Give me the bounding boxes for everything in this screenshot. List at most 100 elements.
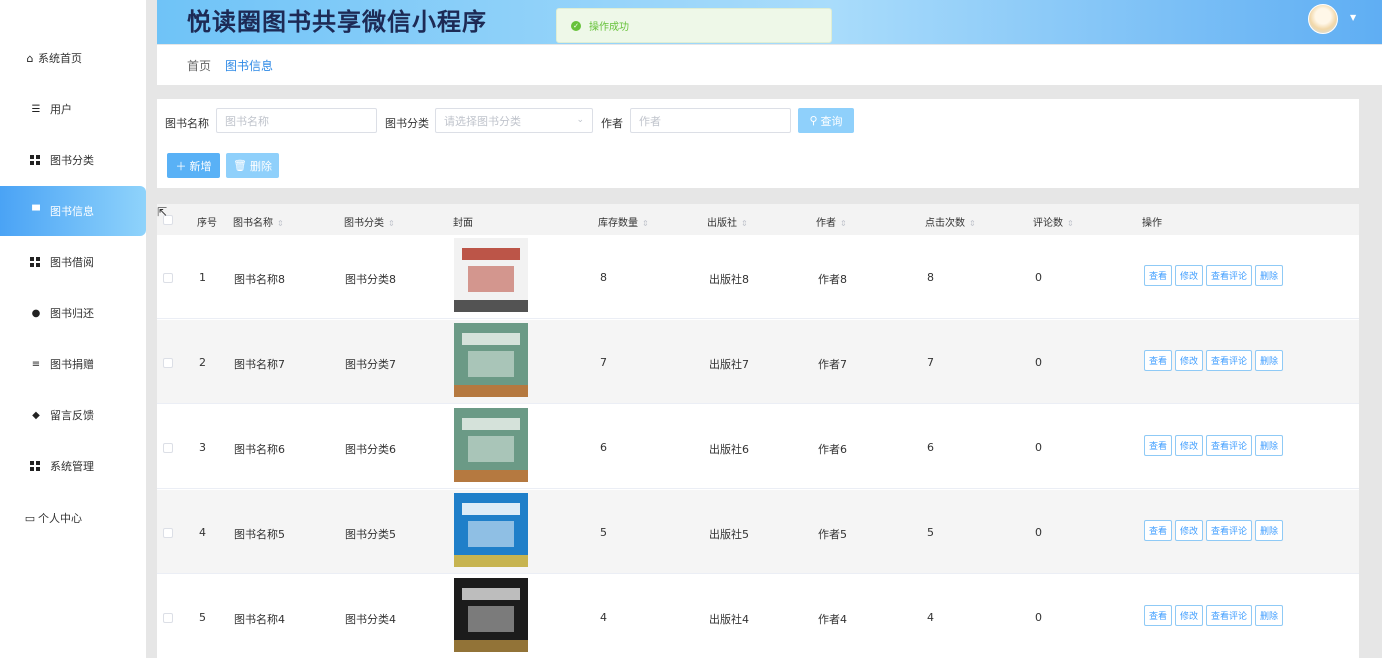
sidebar-item-book-return[interactable]: ● 图书归还	[0, 291, 146, 335]
view-comments-button[interactable]: 查看评论	[1206, 435, 1253, 456]
app-title: 悦读圈图书共享微信小程序	[187, 8, 487, 36]
col-category[interactable]: 图书分类 ⇕	[344, 214, 395, 229]
sidebar-item-book-info[interactable]: ▀ 图书信息	[0, 186, 146, 236]
sidebar-item-home[interactable]: ⌂ 系统首页	[0, 36, 146, 80]
book-cover-image[interactable]	[454, 578, 528, 652]
add-label: 新增	[189, 159, 212, 173]
view-button[interactable]: 查看	[1144, 265, 1173, 286]
grid-icon	[30, 461, 40, 471]
sidebar-item-label: 系统管理	[50, 460, 94, 473]
category-select[interactable]: 请选择图书分类 ⌄	[435, 108, 593, 133]
sort-icon[interactable]: ⇕	[277, 219, 284, 228]
sidebar-item-book-donate[interactable]: ≡ 图书捐赠	[0, 342, 146, 386]
cell-publisher: 出版社4	[709, 613, 749, 626]
row-actions: 查看 修改 查看评论 删除	[1144, 520, 1284, 541]
sidebar-item-label: 用户	[50, 103, 72, 116]
row-checkbox[interactable]	[163, 358, 173, 368]
breadcrumb-home[interactable]: 首页	[187, 57, 211, 74]
cell-publisher: 出版社8	[709, 273, 749, 286]
mouse-cursor-icon: ⇱	[157, 205, 168, 219]
col-comments[interactable]: 评论数 ⇕	[1033, 214, 1074, 229]
delete-button[interactable]: 删除	[1255, 350, 1284, 371]
name-input[interactable]: 图书名称	[216, 108, 377, 133]
sidebar-item-label: 图书捐赠	[50, 358, 94, 371]
cell-publisher: 出版社7	[709, 358, 749, 371]
edit-button[interactable]: 修改	[1175, 350, 1204, 371]
sort-icon[interactable]: ⇕	[840, 219, 847, 228]
author-input[interactable]: 作者	[630, 108, 791, 133]
col-clicks[interactable]: 点击次数 ⇕	[925, 214, 976, 229]
sort-icon[interactable]: ⇕	[642, 219, 649, 228]
sidebar-item-feedback[interactable]: ◆ 留言反馈	[0, 393, 146, 437]
col-index: 序号	[197, 218, 217, 229]
cell-name: 图书名称6	[234, 443, 285, 456]
check-circle-icon: ✓	[571, 20, 581, 31]
row-checkbox[interactable]	[163, 273, 173, 283]
sidebar-item-label: 图书归还	[50, 307, 94, 320]
view-button[interactable]: 查看	[1144, 435, 1173, 456]
col-publisher[interactable]: 出版社 ⇕	[707, 214, 748, 229]
col-name[interactable]: 图书名称 ⇕	[233, 214, 284, 229]
delete-button[interactable]: 删除	[1255, 520, 1284, 541]
row-checkbox[interactable]	[163, 528, 173, 538]
batch-delete-button[interactable]: 🗑 删除	[226, 153, 279, 178]
col-author[interactable]: 作者 ⇕	[816, 214, 847, 229]
cell-clicks: 4	[927, 611, 934, 624]
sidebar-item-system[interactable]: 系统管理	[0, 444, 146, 488]
search-icon: ⚲	[809, 114, 818, 127]
view-comments-button[interactable]: 查看评论	[1206, 520, 1253, 541]
edit-button[interactable]: 修改	[1175, 435, 1204, 456]
delete-button[interactable]: 删除	[1255, 605, 1284, 626]
sidebar-item-book-borrow[interactable]: 图书借阅	[0, 240, 146, 284]
trash-icon: 🗑	[233, 159, 247, 172]
sort-icon[interactable]: ⇕	[741, 219, 748, 228]
sidebar-item-label: 个人中心	[38, 512, 82, 525]
sidebar-item-profile[interactable]: ▭ 个人中心	[0, 496, 146, 540]
col-stock-label: 库存数量	[598, 218, 638, 229]
author-label: 作者	[601, 117, 623, 130]
sort-icon[interactable]: ⇕	[388, 219, 395, 228]
sidebar-item-label: 留言反馈	[50, 409, 94, 422]
sidebar-item-label: 图书借阅	[50, 256, 94, 269]
cell-stock: 4	[600, 611, 607, 624]
sort-icon[interactable]: ⇕	[969, 219, 976, 228]
cell-index: 5	[199, 611, 206, 624]
edit-button[interactable]: 修改	[1175, 265, 1204, 286]
row-checkbox[interactable]	[163, 613, 173, 623]
view-comments-button[interactable]: 查看评论	[1206, 350, 1253, 371]
query-button[interactable]: ⚲ 查询	[798, 108, 854, 133]
list-icon: ≡	[31, 358, 41, 370]
toast-message: 操作成功	[589, 22, 629, 33]
view-comments-button[interactable]: 查看评论	[1206, 265, 1253, 286]
row-checkbox[interactable]	[163, 443, 173, 453]
sort-icon[interactable]: ⇕	[1067, 219, 1074, 228]
edit-button[interactable]: 修改	[1175, 605, 1204, 626]
book-cover-image[interactable]	[454, 408, 528, 482]
table-row: 5 图书名称4 图书分类4 4 出版社4 作者4 4 0 查看 修改 查看评论 删除	[157, 575, 1359, 658]
edit-button[interactable]: 修改	[1175, 520, 1204, 541]
name-placeholder: 图书名称	[225, 114, 269, 128]
plus-icon: ＋	[175, 159, 187, 173]
avatar[interactable]	[1308, 4, 1338, 34]
sidebar-item-book-category[interactable]: 图书分类	[0, 138, 146, 182]
cell-category: 图书分类5	[345, 528, 396, 541]
view-button[interactable]: 查看	[1144, 605, 1173, 626]
view-button[interactable]: 查看	[1144, 520, 1173, 541]
book-cover-image[interactable]	[454, 493, 528, 567]
row-actions: 查看 修改 查看评论 删除	[1144, 350, 1284, 371]
breadcrumb: 首页 图书信息	[157, 45, 1382, 85]
cell-clicks: 7	[927, 356, 934, 369]
col-stock[interactable]: 库存数量 ⇕	[598, 214, 649, 229]
cell-category: 图书分类6	[345, 443, 396, 456]
cell-stock: 5	[600, 526, 607, 539]
delete-button[interactable]: 删除	[1255, 435, 1284, 456]
sidebar-item-users[interactable]: ☰ 用户	[0, 87, 146, 131]
cell-author: 作者6	[818, 443, 847, 456]
delete-button[interactable]: 删除	[1255, 265, 1284, 286]
book-cover-image[interactable]	[454, 238, 528, 312]
add-button[interactable]: ＋ 新增	[167, 153, 220, 178]
view-button[interactable]: 查看	[1144, 350, 1173, 371]
book-cover-image[interactable]	[454, 323, 528, 397]
caret-down-icon[interactable]: ▼	[1350, 13, 1356, 22]
view-comments-button[interactable]: 查看评论	[1206, 605, 1253, 626]
